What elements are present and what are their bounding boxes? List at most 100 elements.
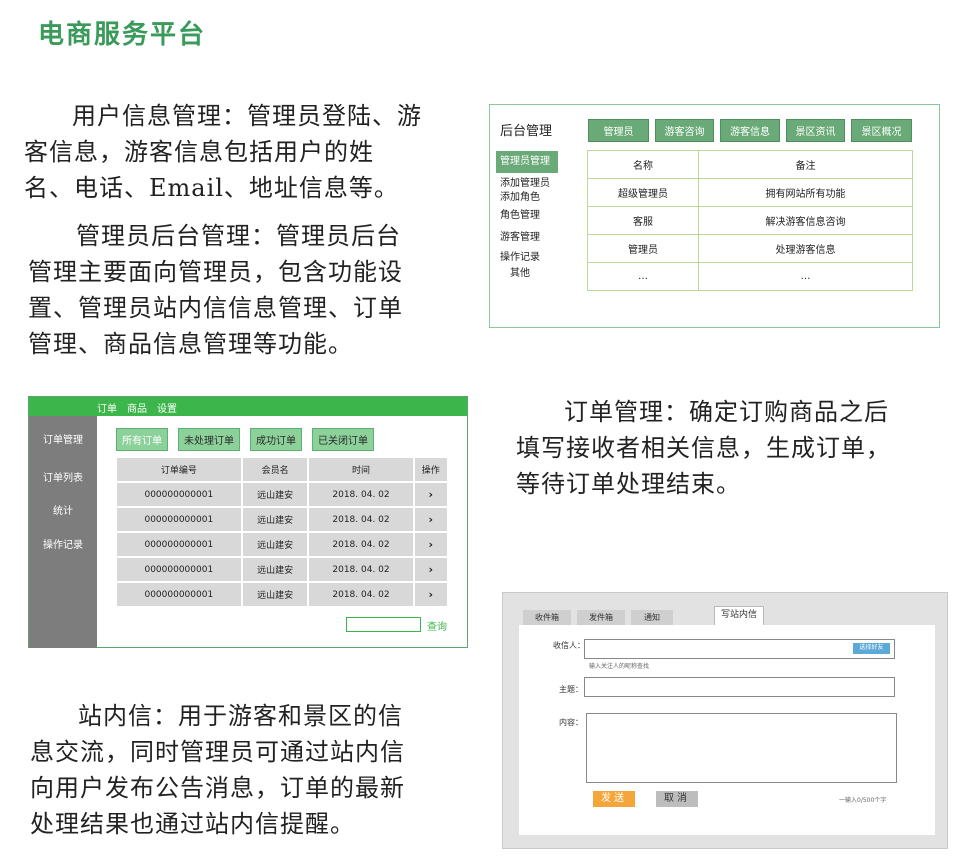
table-row: 000000000001 远山建安 2018. 04. 02 › (117, 533, 447, 556)
page-title: 电商服务平台 (38, 20, 207, 50)
admin-line-2: 管理主要面向管理员，包含功能设 (28, 258, 403, 286)
order-top-nav: 订单 商品 设置 (97, 400, 177, 415)
subject-input[interactable] (584, 677, 895, 697)
order-date-cell: 2018. 04. 02 (309, 508, 413, 531)
character-count: 一输入0/500个字 (839, 797, 887, 804)
order-sidebar: 订单管理 订单列表 统计 操作记录 (29, 416, 97, 648)
tab-inbox[interactable]: 收件箱 (523, 610, 571, 625)
filter-successful-orders[interactable]: 成功订单 (250, 428, 302, 451)
message-line-4: 处理结果也通过站内信提醒。 (30, 810, 355, 838)
tab-outbox[interactable]: 发件箱 (577, 610, 625, 625)
table-cell: 解决游客信息咨询 (698, 206, 913, 235)
order-date-cell: 2018. 04. 02 (309, 533, 413, 556)
order-sidebar-order-list[interactable]: 订单列表 (29, 469, 97, 484)
message-line-3: 向用户发布公告消息，订单的最新 (30, 774, 405, 802)
recipient-hint: 输入关注人的昵称查找 (589, 663, 650, 670)
table-cell: 超级管理员 (587, 178, 699, 207)
admin-line-4: 管理、商品信息管理等功能。 (28, 330, 353, 358)
admin-tab-admin[interactable]: 管理员 (588, 119, 649, 142)
order-date-cell: 2018. 04. 02 (309, 483, 413, 506)
table-header-cell: 会员名 (242, 458, 308, 481)
order-filter-bar: 所有订单 未处理订单 成功订单 已关闭订单 (116, 428, 374, 451)
admin-sidebar-operation-log[interactable]: 操作记录 (496, 251, 558, 265)
order-table: 订单编号 会员名 时间 操作 000000000001 远山建安 2018. 0… (115, 456, 449, 608)
admin-sidebar-add-role[interactable]: 添加角色 (496, 191, 558, 205)
admin-sidebar-role-management[interactable]: 角色管理 (496, 205, 558, 227)
table-cell: 管理员 (587, 234, 699, 263)
chevron-right-icon[interactable]: › (414, 558, 447, 581)
cancel-button[interactable]: 取消 (656, 791, 698, 807)
order-line-2: 填写接收者相关信息，生成订单， (516, 434, 891, 462)
admin-sidebar-visitor-management[interactable]: 游客管理 (496, 227, 558, 249)
table-cell: … (698, 262, 913, 291)
user-info-line-2: 客信息，游客信息包括用户的姓 (24, 138, 374, 166)
admin-sidebar-other[interactable]: 其他 (496, 267, 558, 281)
order-line-1: 订单管理：确定订购商品之后 (564, 398, 889, 426)
table-row: 客服 解决游客信息咨询 (587, 206, 913, 235)
table-header-cell: 订单编号 (117, 458, 241, 481)
chevron-right-icon[interactable]: › (414, 583, 447, 606)
admin-line-1: 管理员后台管理：管理员后台 (76, 222, 401, 250)
table-header-row: 订单编号 会员名 时间 操作 (117, 458, 447, 481)
table-header-cell: 名称 (587, 150, 699, 179)
order-id-cell: 000000000001 (117, 508, 241, 531)
admin-sidebar-add-admin[interactable]: 添加管理员 (496, 177, 558, 191)
member-name-cell: 远山建安 (242, 558, 308, 581)
member-name-cell: 远山建安 (242, 508, 308, 531)
order-id-cell: 000000000001 (117, 483, 241, 506)
tab-write-message[interactable]: 写站内信 (714, 606, 764, 625)
order-date-cell: 2018. 04. 02 (309, 558, 413, 581)
admin-role-table: 名称 备注 超级管理员 拥有网站所有功能 客服 解决游客信息咨询 管理员 处理游… (587, 150, 913, 291)
table-cell: 客服 (587, 206, 699, 235)
message-panel-mockup: 收件箱 发件箱 通知 写站内信 收信人： 选择好友 输入关注人的昵称查找 主题：… (502, 592, 948, 849)
order-sidebar-statistics[interactable]: 统计 (29, 502, 97, 517)
admin-tab-visitor-info[interactable]: 游客信息 (720, 119, 780, 142)
table-row: 管理员 处理游客信息 (587, 234, 913, 263)
message-line-2: 息交流，同时管理员可通过站内信 (30, 738, 405, 766)
chevron-right-icon[interactable]: › (414, 533, 447, 556)
select-friend-button[interactable]: 选择好友 (853, 643, 890, 654)
recipient-input[interactable] (584, 639, 895, 659)
member-name-cell: 远山建安 (242, 533, 308, 556)
filter-all-orders[interactable]: 所有订单 (116, 428, 168, 451)
filter-closed-orders[interactable]: 已关闭订单 (312, 428, 374, 451)
table-row: … … (587, 262, 913, 291)
order-date-cell: 2018. 04. 02 (309, 583, 413, 606)
chevron-right-icon[interactable]: › (414, 483, 447, 506)
order-line-3: 等待订单处理结束。 (516, 470, 741, 498)
table-cell: … (587, 262, 699, 291)
nav-settings[interactable]: 设置 (157, 400, 177, 415)
member-name-cell: 远山建安 (242, 583, 308, 606)
admin-tab-scenic-overview[interactable]: 景区概况 (851, 119, 912, 142)
admin-line-3: 置、管理员站内信信息管理、订单 (28, 294, 403, 322)
tab-notifications[interactable]: 通知 (631, 610, 673, 625)
nav-orders[interactable]: 订单 (97, 400, 117, 415)
order-search-button[interactable]: 查询 (427, 618, 447, 633)
user-info-line-3: 名、电话、Email、地址信息等。 (24, 174, 399, 202)
filter-unprocessed-orders[interactable]: 未处理订单 (178, 428, 240, 451)
order-search-input[interactable] (346, 617, 421, 632)
admin-sidebar-admin-management[interactable]: 管理员管理 (496, 151, 558, 173)
user-info-paragraph: 用户信息管理：管理员登陆、游 客信息，游客信息包括用户的姓 名、电话、Email… (24, 98, 454, 206)
admin-tab-visitor-inquiry[interactable]: 游客咨询 (655, 119, 714, 142)
admin-tab-scenic-news[interactable]: 景区资讯 (786, 119, 845, 142)
send-button[interactable]: 发送 (593, 791, 635, 807)
chevron-right-icon[interactable]: › (414, 508, 447, 531)
table-row: 000000000001 远山建安 2018. 04. 02 › (117, 583, 447, 606)
nav-products[interactable]: 商品 (127, 400, 147, 415)
order-top-bar: 订单 商品 设置 (29, 397, 467, 416)
user-info-line-1: 用户信息管理：管理员登陆、游 (72, 102, 422, 130)
order-sidebar-operation-log[interactable]: 操作记录 (29, 536, 97, 551)
table-header-cell: 时间 (309, 458, 413, 481)
content-textarea[interactable] (586, 713, 897, 783)
order-paragraph: 订单管理：确定订购商品之后 填写接收者相关信息，生成订单， 等待订单处理结束。 (516, 394, 946, 502)
order-sidebar-order-management[interactable]: 订单管理 (29, 431, 97, 446)
message-line-1: 站内信：用于游客和景区的信 (78, 702, 403, 730)
table-row: 000000000001 远山建安 2018. 04. 02 › (117, 483, 447, 506)
message-paragraph: 站内信：用于游客和景区的信 息交流，同时管理员可通过站内信 向用户发布公告消息，… (30, 698, 460, 842)
member-name-cell: 远山建安 (242, 483, 308, 506)
admin-panel-title: 后台管理 (500, 124, 553, 139)
content-label: 内容： (559, 718, 583, 727)
order-id-cell: 000000000001 (117, 558, 241, 581)
table-cell: 处理游客信息 (698, 234, 913, 263)
